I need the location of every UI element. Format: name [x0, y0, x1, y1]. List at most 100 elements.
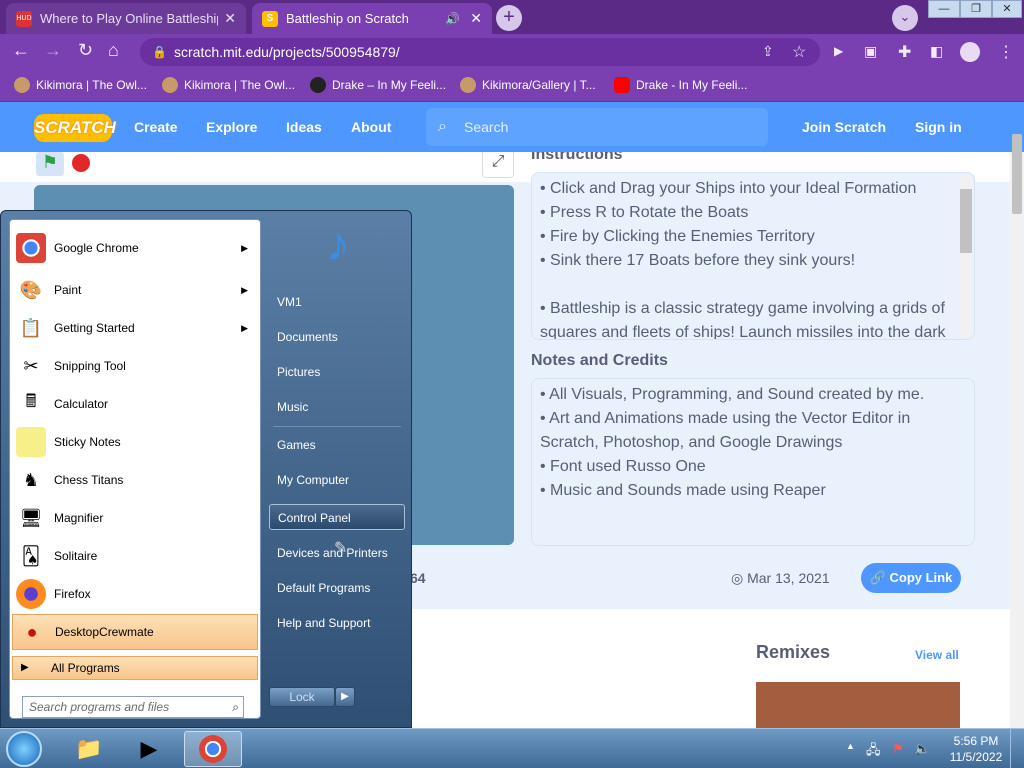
close-window-button[interactable]: ✕ — [992, 0, 1022, 18]
start-item-vm1[interactable]: VM1 — [269, 289, 405, 315]
program-paint[interactable]: 🎨 Paint ▶ — [12, 272, 258, 308]
program-desktopcrewmate[interactable]: ● DesktopCrewmate — [12, 614, 258, 650]
notes-box[interactable]: • All Visuals, Programming, and Sound cr… — [531, 378, 975, 546]
stop-icon[interactable] — [72, 154, 90, 172]
audio-icon[interactable]: 🔊 — [445, 12, 460, 26]
sign-in-link[interactable]: Sign in — [915, 102, 962, 152]
tab-title: Battleship on Scratch — [286, 11, 409, 26]
lock-button[interactable]: Lock — [269, 687, 335, 707]
tab-where-to-play[interactable]: HUD Where to Play Online Battleship ( ✕ — [6, 3, 246, 34]
start-item-pictures[interactable]: Pictures — [269, 359, 405, 385]
remix-thumbnail[interactable] — [756, 682, 960, 728]
nav-ideas[interactable]: Ideas — [286, 102, 322, 152]
program-chess-titans[interactable]: ♞ Chess Titans — [12, 462, 258, 498]
bookmark-label: Kikimora | The Owl... — [184, 78, 295, 92]
program-snipping-tool[interactable]: ✂ Snipping Tool — [12, 348, 258, 384]
star-icon[interactable]: ☆ — [792, 42, 806, 62]
program-magnifier[interactable]: 🖥 Magnifier — [12, 500, 258, 536]
close-icon[interactable]: ✕ — [470, 10, 482, 27]
start-item-control-panel[interactable]: Control Panel — [269, 504, 405, 530]
copy-link-button[interactable]: 🔗 Copy Link — [861, 563, 961, 593]
back-icon[interactable]: ← — [12, 40, 30, 61]
media-player-taskbar-icon[interactable]: ▶ — [120, 731, 178, 767]
minimize-button[interactable]: — — [928, 0, 960, 18]
bookmark-kikimora-2[interactable]: Kikimora | The Owl... — [162, 70, 295, 100]
tab-search-icon[interactable]: ⌄ — [892, 5, 918, 31]
program-solitaire[interactable]: 🂡 Solitaire — [12, 538, 258, 574]
taskbar-clock[interactable]: 5:56 PM 11/5/2022 — [946, 733, 1006, 765]
side-panel-icon[interactable]: ◧ — [930, 43, 943, 60]
instructions-scrollbar[interactable] — [960, 175, 972, 337]
program-label: Magnifier — [54, 511, 104, 525]
search-icon: ⌕ — [438, 118, 447, 135]
profile-avatar[interactable] — [960, 42, 980, 62]
program-google-chrome[interactable]: Google Chrome ▶ — [12, 230, 258, 266]
explorer-taskbar-icon[interactable]: 📁 — [60, 731, 118, 767]
view-all-link[interactable]: View all — [915, 648, 959, 662]
forward-icon[interactable]: → — [44, 40, 62, 61]
start-search-input[interactable]: Search programs and files ⌕ — [22, 696, 244, 718]
bookmark-drake-1[interactable]: Drake – In My Feeli... — [310, 70, 446, 100]
close-icon[interactable]: ✕ — [224, 10, 236, 27]
address-bar[interactable]: scratch.mit.edu/projects/500954879/ — [140, 38, 820, 66]
nav-create[interactable]: Create — [134, 102, 178, 152]
bookmark-kikimora-gallery[interactable]: Kikimora/Gallery | T... — [460, 70, 596, 100]
menu-icon[interactable]: ⋮ — [998, 42, 1014, 62]
share-icon[interactable]: ⇪ — [762, 43, 774, 60]
start-item-music[interactable]: Music — [269, 394, 405, 420]
home-icon[interactable]: ⌂ — [108, 40, 119, 61]
restore-button[interactable]: ❐ — [960, 0, 992, 18]
start-item-games[interactable]: Games — [269, 432, 405, 458]
chrome-taskbar-icon[interactable] — [184, 731, 242, 767]
start-item-default-programs[interactable]: Default Programs — [269, 575, 405, 601]
search-icon: ⌕ — [232, 700, 239, 714]
start-item-documents[interactable]: Documents — [269, 324, 405, 350]
scratch-logo[interactable]: SCRATCH — [34, 114, 116, 142]
start-button[interactable] — [6, 731, 42, 767]
bookmark-label: Kikimora/Gallery | T... — [482, 78, 596, 92]
submenu-arrow-icon: ▶ — [241, 242, 248, 253]
submenu-arrow-icon: ▶ — [241, 322, 248, 333]
page-scroll-thumb[interactable] — [1012, 134, 1022, 214]
music-note-icon: ♪ — [326, 218, 350, 271]
tray-expand-icon[interactable]: ▲ — [846, 741, 855, 751]
start-item-help-support[interactable]: Help and Support — [269, 610, 405, 636]
cursor-extension-icon[interactable]: ▶ — [834, 44, 843, 58]
reload-icon[interactable]: ↻ — [78, 40, 93, 61]
new-tab-button[interactable]: + — [496, 5, 522, 31]
share-date: ◎ Mar 13, 2021 — [731, 570, 830, 587]
extension-icon[interactable]: ▣ — [864, 43, 877, 60]
scratch-search-input[interactable]: ⌕ Search — [426, 108, 768, 146]
scroll-thumb[interactable] — [960, 189, 972, 253]
program-getting-started[interactable]: 📋 Getting Started ▶ — [12, 310, 258, 346]
nav-about[interactable]: About — [351, 102, 391, 152]
nav-explore[interactable]: Explore — [206, 102, 257, 152]
network-icon[interactable]: 🖧 — [866, 741, 881, 763]
fullscreen-icon[interactable]: ⤢ — [482, 152, 514, 178]
program-sticky-notes[interactable]: Sticky Notes — [12, 424, 258, 460]
show-desktop-button[interactable] — [1010, 729, 1024, 768]
tab-title: Where to Play Online Battleship ( — [40, 11, 219, 26]
lock-options-arrow-icon[interactable]: ▶ — [335, 687, 355, 707]
bookmark-kikimora-1[interactable]: Kikimora | The Owl... — [14, 70, 147, 100]
page-scrollbar[interactable] — [1010, 152, 1024, 728]
program-calculator[interactable]: 🖩 Calculator — [12, 386, 258, 422]
start-item-my-computer[interactable]: My Computer — [269, 467, 405, 493]
puzzle-icon[interactable]: ✚ — [898, 42, 911, 62]
site-favicon: HUD — [16, 10, 32, 27]
all-programs-button[interactable]: ▶ All Programs — [12, 656, 258, 680]
instructions-box[interactable]: • Click and Drag your Ships into your Id… — [531, 172, 975, 340]
bookmark-icon — [310, 77, 326, 93]
volume-icon[interactable]: 🔈 — [914, 741, 930, 757]
program-firefox[interactable]: Firefox — [12, 576, 258, 612]
action-center-icon[interactable]: ⚑ — [892, 741, 904, 757]
green-flag-icon[interactable]: ⚑ — [36, 152, 64, 176]
bookmark-drake-2[interactable]: Drake - In My Feeli... — [614, 70, 747, 100]
program-label: Solitaire — [54, 549, 98, 563]
tab-battleship[interactable]: S Battleship on Scratch 🔊 ✕ — [252, 3, 492, 34]
chrome-icon — [16, 233, 46, 263]
join-scratch-link[interactable]: Join Scratch — [802, 102, 886, 152]
taskbar: 📁 ▶ ▲ 🖧 ⚑ 🔈 5:56 PM 11/5/2022 — [0, 728, 1024, 768]
lock-icon[interactable]: 🔒 — [152, 45, 167, 59]
instruction-line: • Fire by Clicking the Enemies Territory — [540, 228, 815, 245]
